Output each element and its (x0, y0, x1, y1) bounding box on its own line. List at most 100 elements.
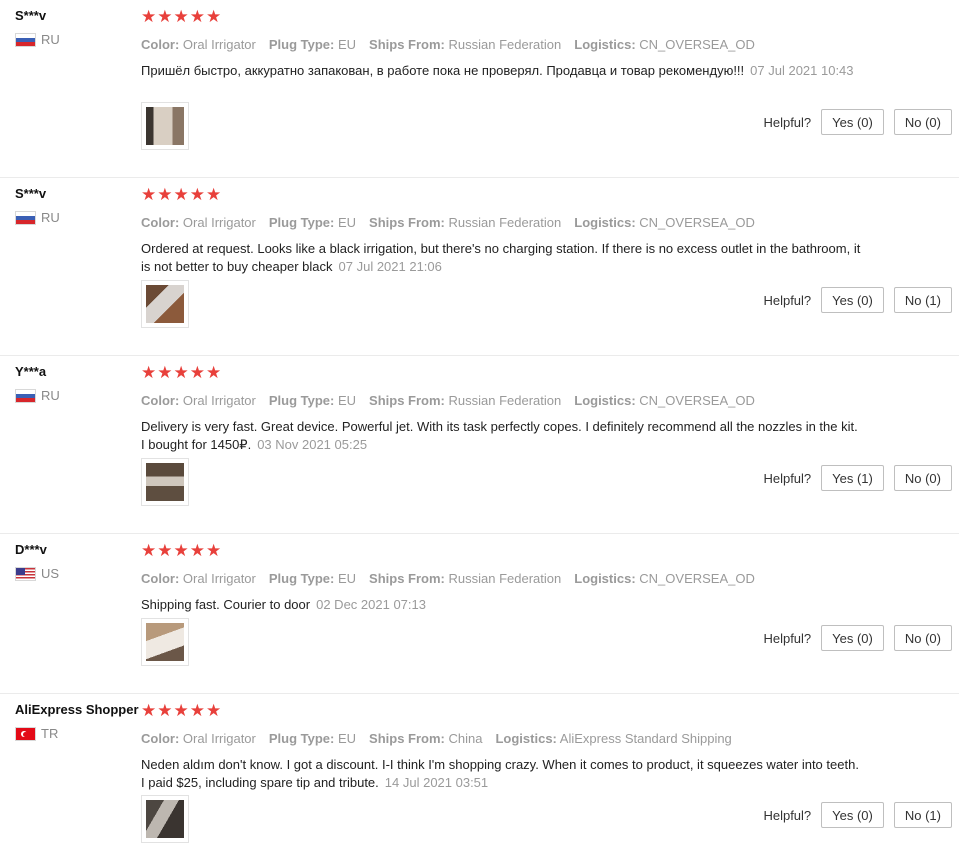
helpful-yes-button[interactable]: Yes (0) (821, 287, 884, 313)
review-text: Neden aldım don't know. I got a discount… (141, 756, 861, 792)
review-body: ★ ★ ★ ★ ★ Color: Oral Irrigator Plug Type: E… (141, 8, 951, 80)
helpful-no-button[interactable]: No (0) (893, 625, 952, 651)
star-rating: ★ ★ ★ ★ ★ (141, 364, 951, 382)
helpful-no-button[interactable]: No (1) (893, 287, 952, 313)
helpful-label: Helpful? (763, 807, 812, 823)
review-photo (146, 623, 184, 661)
color-label: Color: (141, 731, 180, 746)
helpful-yes-button[interactable]: Yes (0) (821, 802, 884, 828)
reviewer-info: D***v US (15, 542, 137, 581)
order-attributes: Color: Oral Irrigator Plug Type: EU Ship… (141, 393, 951, 408)
star-icon: ★ (141, 185, 157, 204)
star-icon: ★ (189, 541, 205, 560)
star-icon: ★ (157, 363, 173, 382)
logistics-label: Logistics: (574, 571, 636, 586)
review-date: 14 Jul 2021 03:51 (384, 775, 489, 790)
helpful-no-button[interactable]: No (0) (893, 109, 952, 135)
star-icon: ★ (189, 7, 205, 26)
color-value: Oral Irrigator (182, 215, 256, 230)
logistics-label: Logistics: (574, 215, 636, 230)
review-photo (146, 800, 184, 838)
review-content: Shipping fast. Courier to door (141, 597, 311, 612)
plug-type-value: EU (337, 215, 357, 230)
review-photo-thumbnail[interactable] (141, 618, 189, 666)
review-photo-thumbnail[interactable] (141, 102, 189, 150)
helpful-label: Helpful? (763, 630, 812, 646)
reviewer-country: RU (15, 32, 137, 47)
ships-from-value: Russian Federation (448, 37, 562, 52)
star-icon: ★ (173, 185, 189, 204)
color-value: Oral Irrigator (182, 731, 256, 746)
review-content: Пришёл быстро, аккуратно запакован, в ра… (141, 63, 745, 78)
star-icon: ★ (173, 541, 189, 560)
country-code: RU (41, 388, 60, 403)
star-icon: ★ (206, 7, 222, 26)
logistics-label: Logistics: (574, 393, 636, 408)
star-icon: ★ (206, 541, 222, 560)
ships-from-label: Ships From: (369, 731, 445, 746)
color-label: Color: (141, 37, 180, 52)
review-date: 03 Nov 2021 05:25 (257, 437, 368, 452)
star-icon: ★ (157, 185, 173, 204)
plug-type-value: EU (337, 571, 357, 586)
review-item: S***v RU ★ ★ ★ ★ ★ Color: Oral Irrigator Plu… (0, 0, 959, 178)
star-rating: ★ ★ ★ ★ ★ (141, 542, 951, 560)
order-attributes: Color: Oral Irrigator Plug Type: EU Ship… (141, 215, 951, 230)
country-code: TR (41, 726, 59, 741)
ships-from-value: Russian Federation (448, 571, 562, 586)
helpful-yes-button[interactable]: Yes (0) (821, 625, 884, 651)
plug-type-label: Plug Type: (268, 37, 335, 52)
reviewer-country: RU (15, 388, 137, 403)
star-icon: ★ (157, 541, 173, 560)
star-icon: ★ (157, 7, 173, 26)
review-photo-thumbnail[interactable] (141, 280, 189, 328)
helpful-yes-button[interactable]: Yes (0) (821, 109, 884, 135)
reviewer-country: RU (15, 210, 137, 225)
reviewer-name: D***v (15, 542, 47, 557)
russia-flag-icon (15, 388, 36, 403)
ships-from-value: China (448, 731, 483, 746)
review-content: Neden aldım don't know. I got a discount… (141, 757, 859, 790)
helpful-label: Helpful? (763, 470, 812, 486)
color-label: Color: (141, 393, 180, 408)
star-icon: ★ (141, 7, 157, 26)
reviewer-info: Y***a RU (15, 364, 137, 403)
star-rating: ★ ★ ★ ★ ★ (141, 8, 951, 26)
helpful-label: Helpful? (763, 292, 812, 308)
order-attributes: Color: Oral Irrigator Plug Type: EU Ship… (141, 37, 951, 52)
turkey-flag-icon (15, 726, 36, 741)
star-icon: ★ (189, 185, 205, 204)
country-code: US (41, 566, 60, 581)
logistics-value: CN_OVERSEA_OD (639, 571, 755, 586)
review-item: D***v US ★ ★ ★ ★ ★ Color: Oral Irrigator Plu… (0, 534, 959, 694)
star-icon: ★ (189, 363, 205, 382)
review-text: Пришёл быстро, аккуратно запакован, в ра… (141, 62, 861, 80)
plug-type-label: Plug Type: (268, 215, 335, 230)
star-rating: ★ ★ ★ ★ ★ (141, 186, 951, 204)
star-icon: ★ (141, 701, 157, 720)
reviewer-info: S***v RU (15, 8, 137, 47)
review-text: Delivery is very fast. Great device. Pow… (141, 418, 861, 454)
helpful-no-button[interactable]: No (0) (893, 465, 952, 491)
review-photo (146, 463, 184, 501)
reviewer-name: S***v (15, 186, 47, 201)
review-photo-thumbnail[interactable] (141, 795, 189, 843)
star-rating: ★ ★ ★ ★ ★ (141, 702, 951, 720)
color-value: Oral Irrigator (182, 37, 256, 52)
star-icon: ★ (173, 7, 189, 26)
star-icon: ★ (173, 363, 189, 382)
review-body: ★ ★ ★ ★ ★ Color: Oral Irrigator Plug Type: E… (141, 542, 951, 614)
review-body: ★ ★ ★ ★ ★ Color: Oral Irrigator Plug Type: E… (141, 364, 951, 454)
review-text: Ordered at request. Looks like a black i… (141, 240, 861, 276)
reviewer-name: Y***a (15, 364, 47, 379)
plug-type-value: EU (337, 37, 357, 52)
color-label: Color: (141, 215, 180, 230)
usa-flag-icon (15, 566, 36, 581)
helpful-voting: Helpful? Yes (0) No (0) (763, 109, 952, 135)
country-code: RU (41, 32, 60, 47)
star-icon: ★ (173, 701, 189, 720)
helpful-yes-button[interactable]: Yes (1) (821, 465, 884, 491)
ships-from-value: Russian Federation (448, 393, 562, 408)
review-photo-thumbnail[interactable] (141, 458, 189, 506)
helpful-no-button[interactable]: No (1) (893, 802, 952, 828)
